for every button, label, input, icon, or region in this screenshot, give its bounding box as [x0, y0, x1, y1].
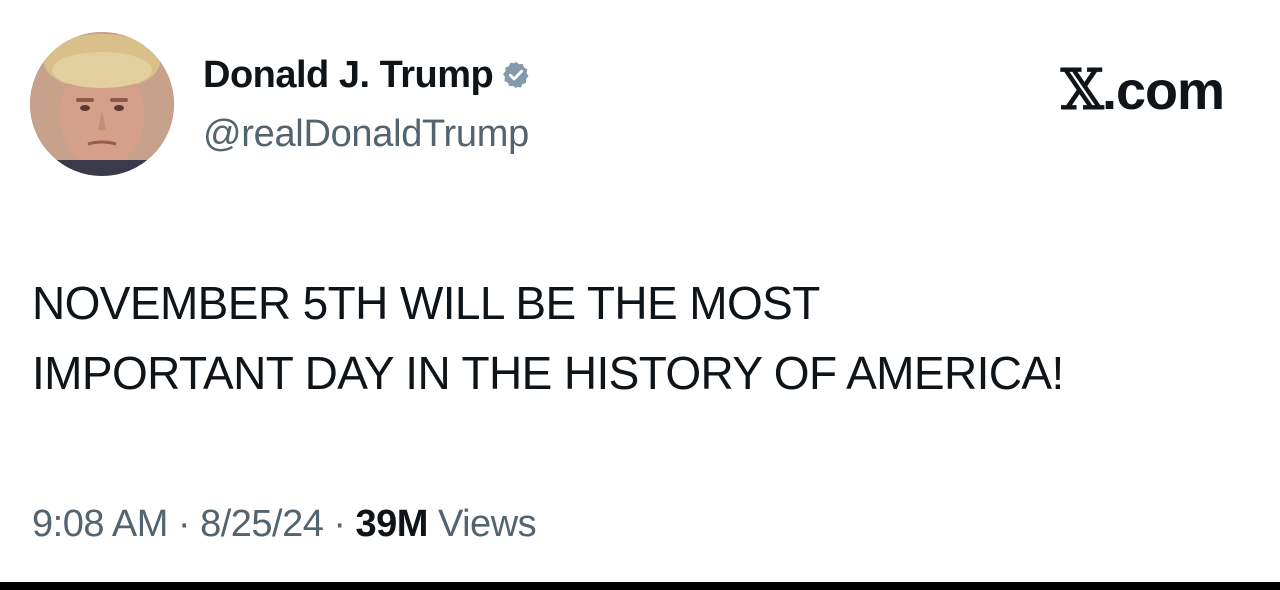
- tweet-card: Donald J. Trump @realDonaldTrump 𝕏 .com N…: [0, 0, 1280, 582]
- tweet-meta: 9:08 AM · 8/25/24 · 39M Views: [32, 503, 537, 546]
- user-handle[interactable]: @realDonaldTrump: [203, 113, 529, 156]
- avatar[interactable]: [30, 32, 174, 176]
- meta-separator: ·: [333, 503, 346, 545]
- display-name[interactable]: Donald J. Trump: [203, 54, 494, 97]
- meta-separator: ·: [177, 503, 191, 545]
- views-count[interactable]: 39M: [356, 503, 438, 546]
- verified-badge-icon: [501, 60, 531, 90]
- tweet-date[interactable]: 8/25/24: [200, 503, 324, 546]
- tweet-line: IMPORTANT DAY IN THE HISTORY OF AMERICA!: [32, 347, 1064, 399]
- bottom-divider: [0, 582, 1280, 590]
- brand-suffix: .com: [1101, 61, 1225, 121]
- tweet-time[interactable]: 9:08 AM: [32, 503, 168, 546]
- profile-photo-icon: [30, 32, 174, 176]
- x-com-logo: 𝕏 .com: [1060, 58, 1225, 124]
- tweet-line: NOVEMBER 5TH WILL BE THE MOST: [32, 277, 820, 329]
- views-label[interactable]: Views: [438, 503, 537, 546]
- author-name-row[interactable]: Donald J. Trump: [203, 50, 531, 100]
- x-logo-icon: 𝕏: [1060, 58, 1104, 124]
- tweet-body: NOVEMBER 5TH WILL BE THE MOST IMPORTANT …: [32, 268, 1252, 408]
